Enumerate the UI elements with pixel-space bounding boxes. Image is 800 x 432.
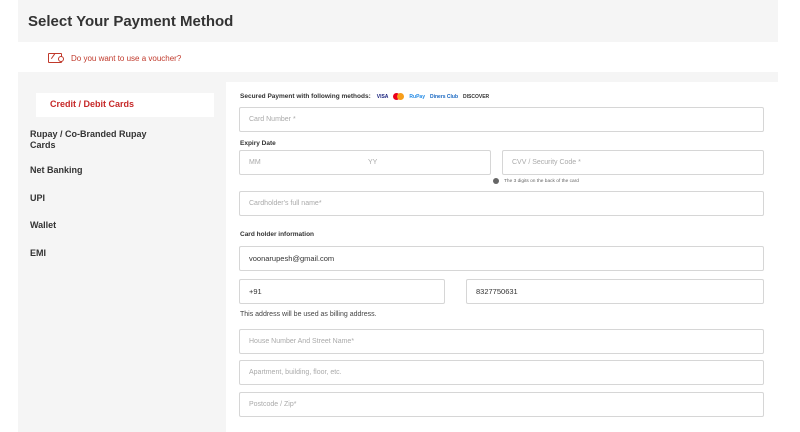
expiry-month-placeholder: MM — [249, 159, 261, 166]
info-icon — [493, 178, 499, 184]
discover-logo: DISCOVER — [463, 93, 490, 100]
expiry-year-placeholder: YY — [368, 159, 378, 166]
voucher-link[interactable]: Do you want to use a voucher? — [28, 44, 778, 72]
voucher-icon — [48, 53, 64, 63]
sidebar-item-label: UPI — [30, 193, 46, 203]
sidebar-item-label: Wallet — [30, 220, 57, 230]
expiry-date-input[interactable]: MM YY — [239, 150, 491, 175]
postcode-input[interactable]: Postcode / Zip* — [239, 392, 764, 417]
card-number-input[interactable]: Card Number * — [239, 107, 764, 132]
house-street-input[interactable]: House Number And Street Name* — [239, 329, 764, 354]
sidebar-item-credit-debit-cards[interactable]: Credit / Debit Cards — [36, 93, 214, 117]
secured-payment-text: Secured Payment with following methods: — [240, 93, 371, 100]
rupay-logo: RuPay — [409, 93, 425, 100]
cvv-hint-text: The 3 digits on the back of the card — [504, 178, 579, 184]
cvv-input[interactable]: CVV / Security Code * — [502, 150, 764, 175]
sidebar-item-rupay-cards[interactable]: Rupay / Co-Branded Rupay Cards — [30, 129, 147, 151]
sidebar-item-label: Credit / Debit Cards — [50, 99, 135, 109]
country-code-input[interactable]: +91 — [239, 279, 445, 304]
mastercard-logo — [393, 93, 405, 100]
cvv-hint: The 3 digits on the back of the card — [493, 178, 579, 184]
expiry-date-label: Expiry Date — [240, 140, 276, 147]
secured-payment-row: Secured Payment with following methods: … — [240, 93, 494, 100]
separator — [18, 72, 778, 82]
card-holder-info-label: Card holder information — [240, 231, 315, 238]
visa-logo: VISA — [376, 93, 389, 100]
billing-address-note: This address will be used as billing add… — [240, 311, 377, 318]
apartment-input[interactable]: Apartment, building, floor, etc. — [239, 360, 764, 385]
diners-club-logo: Diners Club — [429, 93, 459, 100]
email-input[interactable]: voonarupesh@gmail.com — [239, 246, 764, 271]
sidebar-item-label-line2: Cards — [30, 140, 56, 150]
sidebar-item-label: Rupay / Co-Branded Rupay — [30, 129, 147, 139]
phone-input[interactable]: 8327750631 — [466, 279, 764, 304]
sidebar-item-net-banking[interactable]: Net Banking — [30, 165, 83, 176]
page-title: Select Your Payment Method — [28, 13, 234, 30]
sidebar-item-emi[interactable]: EMI — [30, 248, 46, 259]
cardholder-name-input[interactable]: Cardholder's full name* — [239, 191, 764, 216]
sidebar-item-label: Net Banking — [30, 165, 83, 175]
voucher-text: Do you want to use a voucher? — [71, 53, 182, 63]
sidebar-item-label: EMI — [30, 248, 47, 258]
sidebar-item-upi[interactable]: UPI — [30, 193, 45, 204]
sidebar-item-wallet[interactable]: Wallet — [30, 220, 56, 231]
